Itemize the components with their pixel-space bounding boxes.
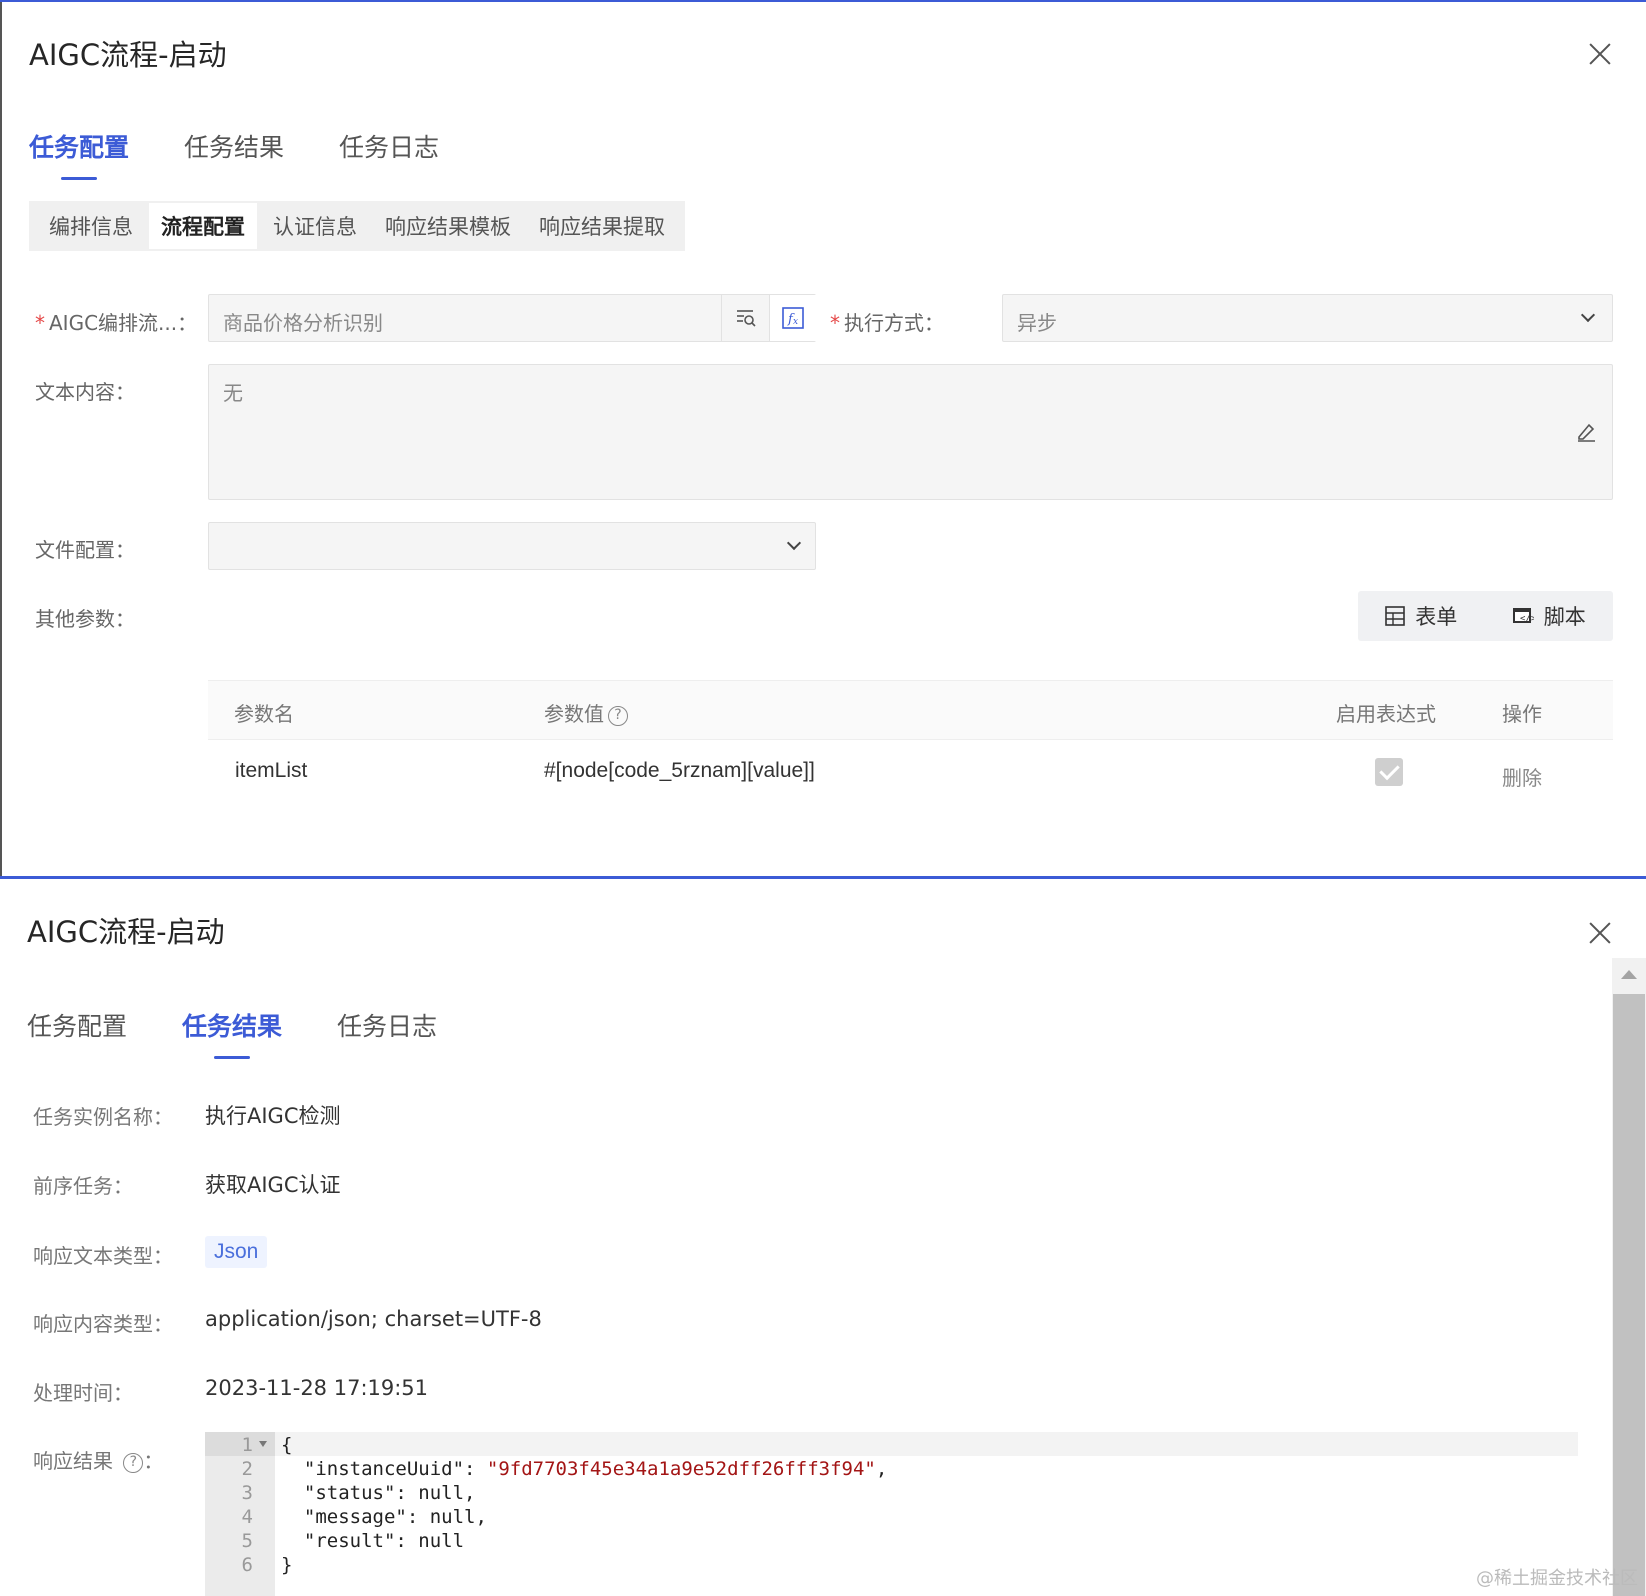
fold-arrow-icon[interactable] — [259, 1441, 267, 1447]
exec-mode-label: * 执行方式： — [830, 311, 944, 335]
text-content-value: 无 — [223, 381, 243, 405]
process-time-value: 2023-11-28 17:19:51 — [205, 1376, 429, 1400]
instance-name-label: 任务实例名称： — [33, 1105, 173, 1129]
help-icon[interactable]: ? — [123, 1452, 144, 1473]
col-param-value: 参数值? — [544, 698, 628, 727]
text-content-textarea[interactable]: 无 — [208, 364, 1613, 500]
orchestration-value: 商品价格分析识别 — [223, 311, 383, 335]
exec-mode-value: 异步 — [1017, 311, 1057, 335]
exec-mode-select[interactable]: 异步 — [1002, 294, 1613, 342]
response-content-type-label: 响应内容类型： — [33, 1312, 173, 1336]
other-params-label: 其他参数： — [35, 607, 135, 631]
params-table-header: 参数名 参数值? 启用表达式 操作 — [208, 680, 1613, 740]
tab-task-result[interactable]: 任务结果 — [182, 1007, 282, 1059]
dialog-title: AIGC流程-启动 — [29, 38, 227, 72]
function-button[interactable]: fx — [769, 295, 816, 341]
response-code-editor[interactable]: 1 2 3 4 5 6 { "instanceUuid": "9fd7703f4… — [205, 1432, 1578, 1596]
vertical-scrollbar[interactable] — [1612, 958, 1646, 1596]
response-content-type-value: application/json; charset=UTF-8 — [205, 1307, 542, 1331]
code-line: "message": null, — [281, 1506, 487, 1528]
scroll-up-icon[interactable] — [1621, 970, 1637, 979]
text-content-label: 文本内容： — [35, 380, 135, 404]
code-line: "instanceUuid": "9fd7703f45e34a1a9e52dff… — [281, 1458, 887, 1480]
code-line: } — [281, 1554, 293, 1576]
delete-link[interactable]: 删除 — [1502, 762, 1542, 791]
scroll-thumb[interactable] — [1613, 994, 1645, 1596]
tab-task-config[interactable]: 任务配置 — [29, 128, 129, 180]
params-mode-buttons: 表单 </> 脚本 — [1358, 591, 1613, 641]
prev-task-value: 获取AIGC认证 — [205, 1173, 341, 1197]
subtab-auth-info[interactable]: 认证信息 — [261, 203, 369, 249]
subtab-orchestration-info[interactable]: 编排信息 — [37, 203, 145, 249]
orchestration-input[interactable]: 商品价格分析识别 fx — [208, 294, 816, 342]
line-number: 2 — [241, 1458, 253, 1480]
active-line — [275, 1432, 1578, 1456]
line-number: 1 — [241, 1434, 253, 1456]
chevron-down-icon — [1580, 307, 1596, 323]
file-config-label: 文件配置： — [35, 538, 135, 562]
tab-task-result[interactable]: 任务结果 — [184, 128, 284, 176]
response-text-type-label: 响应文本类型： — [33, 1244, 173, 1268]
search-list-icon — [736, 310, 756, 327]
response-result-label: 响应结果 ?： — [33, 1449, 164, 1473]
svg-text:</>: </> — [1520, 614, 1534, 624]
response-text-type-tag: Json — [205, 1236, 268, 1268]
dialog-task-config: AIGC流程-启动 任务配置 任务结果 任务日志 编排信息 流程配置 认证信息 … — [0, 0, 1646, 878]
checkbox-checked-icon[interactable] — [1375, 758, 1403, 786]
subtab-flow-config[interactable]: 流程配置 — [149, 203, 257, 249]
dialog-title: AIGC流程-启动 — [27, 915, 225, 949]
chevron-down-icon — [786, 535, 802, 551]
file-config-select[interactable] — [208, 522, 816, 570]
tab-task-config[interactable]: 任务配置 — [27, 1007, 127, 1055]
line-number: 4 — [241, 1506, 253, 1528]
line-number: 6 — [241, 1554, 253, 1576]
prev-task-label: 前序任务： — [33, 1174, 133, 1198]
main-tabs: 任务配置 任务结果 任务日志 — [29, 128, 494, 180]
close-icon[interactable] — [1588, 42, 1612, 66]
search-list-button[interactable] — [721, 295, 769, 341]
form-button-label: 表单 — [1415, 605, 1458, 629]
script-icon: </> — [1512, 608, 1534, 624]
form-button[interactable]: 表单 — [1385, 601, 1457, 631]
script-button[interactable]: </> 脚本 — [1512, 601, 1586, 631]
param-value-cell: #[node[code_5rznam][value]] — [544, 759, 815, 782]
code-line: "result": null — [281, 1530, 465, 1552]
edit-icon[interactable] — [1575, 421, 1597, 443]
close-icon[interactable] — [1588, 921, 1612, 945]
string-literal: "9fd7703f45e34a1a9e52dff26fff3f94" — [486, 1458, 876, 1480]
table-icon — [1385, 606, 1406, 626]
code-line: { — [281, 1434, 293, 1456]
svg-text:x: x — [793, 317, 798, 327]
col-param-name: 参数名 — [234, 702, 294, 726]
line-number: 3 — [241, 1482, 253, 1504]
process-time-label: 处理时间： — [33, 1381, 133, 1405]
script-button-label: 脚本 — [1543, 605, 1586, 629]
code-line: "status": null, — [281, 1482, 476, 1504]
instance-name-value: 执行AIGC检测 — [205, 1104, 341, 1128]
sub-tabs: 编排信息 流程配置 认证信息 响应结果模板 响应结果提取 — [29, 201, 685, 251]
tab-task-log[interactable]: 任务日志 — [337, 1007, 437, 1055]
watermark: @稀土掘金技术社区 — [1476, 1568, 1638, 1589]
help-icon[interactable]: ? — [608, 705, 628, 726]
tab-task-log[interactable]: 任务日志 — [339, 128, 439, 176]
subtab-response-extract[interactable]: 响应结果提取 — [527, 203, 677, 249]
line-number: 5 — [241, 1530, 253, 1552]
main-tabs: 任务配置 任务结果 任务日志 — [27, 1007, 492, 1059]
left-edge-line — [0, 2, 2, 878]
function-icon: fx — [782, 307, 804, 329]
col-expr-enabled: 启用表达式 — [1336, 702, 1436, 726]
code-line-2: "instanceUuid": "9fd7703f45e34a1a9e52dff… — [281, 1458, 888, 1480]
col-action: 操作 — [1502, 702, 1542, 726]
subtab-response-template[interactable]: 响应结果模板 — [373, 203, 523, 249]
param-name-cell: itemList — [235, 759, 308, 782]
orchestration-label: * AIGC编排流...： — [35, 311, 198, 335]
